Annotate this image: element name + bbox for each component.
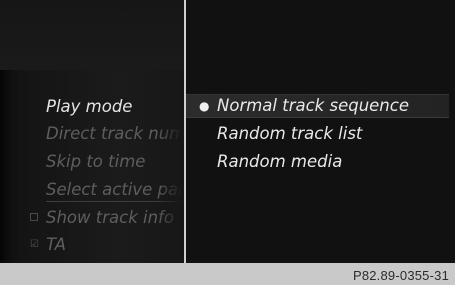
option-random-track-list[interactable]: Random track list bbox=[186, 122, 449, 146]
menu-item-direct-track-number[interactable]: Direct track number bbox=[46, 122, 182, 146]
left-menu-panel: Play mode Direct track number Skip to ti… bbox=[0, 0, 185, 263]
menu-item-play-mode[interactable]: Play mode bbox=[46, 95, 182, 119]
option-random-media[interactable]: Random media bbox=[186, 150, 449, 174]
left-panel-top-area bbox=[0, 0, 185, 70]
checkbox-empty-icon[interactable] bbox=[30, 213, 38, 221]
bullet-icon: ● bbox=[199, 99, 210, 113]
menu-item-skip-to-time[interactable]: Skip to time bbox=[46, 150, 182, 174]
display-screen: Play mode Direct track number Skip to ti… bbox=[0, 0, 455, 263]
menu-item-ta[interactable]: TA bbox=[46, 233, 182, 257]
option-label: Random media bbox=[217, 152, 343, 171]
menu-item-show-track-info[interactable]: Show track info bbox=[46, 206, 182, 230]
option-label: Random track list bbox=[217, 124, 363, 143]
option-label: Normal track sequence bbox=[217, 96, 409, 115]
option-normal-track-sequence[interactable]: ● Normal track sequence bbox=[186, 94, 449, 118]
checkbox-checked-icon[interactable]: ☑ bbox=[30, 240, 39, 250]
menu-item-select-active-partition[interactable]: Select active partition bbox=[46, 178, 182, 202]
figure-reference-code: P82.89-0355-31 bbox=[352, 268, 449, 283]
